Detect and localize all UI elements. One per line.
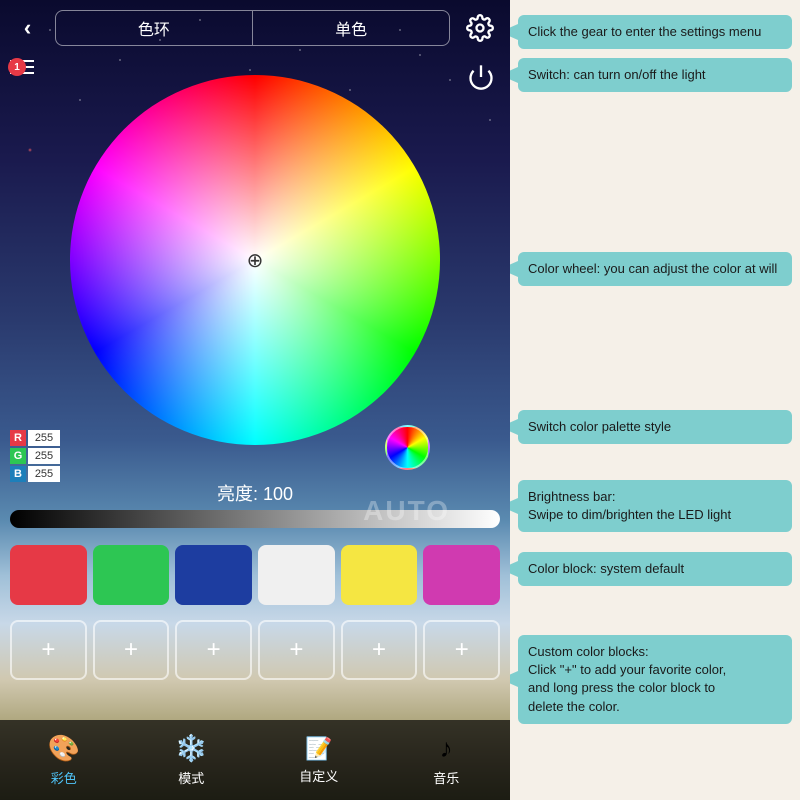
gear-icon (466, 14, 494, 42)
annotation-gear: Click the gear to enter the settings men… (518, 15, 792, 49)
tab-container: 色环 单色 (55, 10, 450, 46)
annotation-arrow-power (510, 67, 518, 83)
annotation-power: Switch: can turn on/off the light (518, 58, 792, 92)
notification-badge: 1 (8, 58, 26, 76)
power-button[interactable] (462, 58, 500, 96)
color-block-white[interactable] (258, 545, 335, 605)
annotation-arrow-colorblock (510, 561, 518, 577)
top-bar: ‹ 色环 单色 (0, 0, 510, 55)
color-wheel[interactable]: ⊕ (70, 75, 440, 445)
nav-label-color: 彩色 (51, 768, 77, 787)
annotation-box-colorblock: Color block: system default (518, 552, 792, 586)
phone-panel: ‹ 色环 单色 1 (0, 0, 510, 800)
annotation-box-gear: Click the gear to enter the settings men… (518, 15, 792, 49)
rgb-r-row: R 255 (10, 430, 60, 446)
rgb-g-row: G 255 (10, 448, 60, 464)
nav-label-custom: 自定义 (299, 766, 338, 785)
custom-annotation-text: Custom color blocks:Click "+" to add you… (528, 644, 726, 714)
custom-block-1[interactable]: + (10, 620, 87, 680)
back-icon: ‹ (24, 15, 31, 41)
annotation-colorblock: Color block: system default (518, 552, 792, 586)
custom-block-3[interactable]: + (175, 620, 252, 680)
brightness-annotation-text: Brightness bar:Swipe to dim/brighten the… (528, 489, 731, 522)
annotation-colorwheel: Color wheel: you can adjust the color at… (518, 252, 792, 286)
rgb-values: R 255 G 255 B 255 (10, 430, 60, 482)
nav-label-music: 音乐 (433, 768, 459, 787)
mode-icon: ❄️ (175, 733, 207, 764)
color-block-red[interactable] (10, 545, 87, 605)
annotation-custom: Custom color blocks:Click "+" to add you… (518, 635, 792, 724)
nav-item-custom[interactable]: 📝 自定义 (255, 720, 383, 800)
tab-single-color[interactable]: 单色 (253, 11, 449, 45)
annotation-box-brightness: Brightness bar:Swipe to dim/brighten the… (518, 480, 792, 532)
color-blocks-row (5, 545, 505, 605)
music-icon: ♪ (440, 733, 453, 764)
color-wheel-container: ⊕ (70, 75, 440, 445)
annotation-arrow-colorwheel (510, 261, 518, 277)
custom-blocks-row: + + + + + + (5, 620, 505, 680)
tab-color-wheel[interactable]: 色环 (56, 11, 252, 45)
gear-button[interactable] (460, 8, 500, 48)
color-block-magenta[interactable] (423, 545, 500, 605)
nav-item-color[interactable]: 🎨 彩色 (0, 720, 128, 800)
b-label: B (10, 466, 26, 482)
color-block-blue[interactable] (175, 545, 252, 605)
annotation-box-power: Switch: can turn on/off the light (518, 58, 792, 92)
annotation-arrow-custom (510, 671, 518, 687)
custom-block-2[interactable]: + (93, 620, 170, 680)
custom-block-4[interactable]: + (258, 620, 335, 680)
nav-label-mode: 模式 (178, 768, 204, 787)
r-label: R (10, 430, 26, 446)
brightness-label: 亮度: 100 (217, 480, 293, 506)
annotation-arrow-brightness (510, 498, 518, 514)
auto-watermark: AUTO (363, 495, 450, 527)
annotation-panel: Click the gear to enter the settings men… (510, 0, 800, 800)
annotation-box-custom: Custom color blocks:Click "+" to add you… (518, 635, 792, 724)
r-value: 255 (28, 430, 60, 446)
annotation-arrow-gear (510, 24, 518, 40)
palette-switch-button[interactable] (385, 425, 430, 470)
bottom-nav: 🎨 彩色 ❄️ 模式 📝 自定义 ♪ 音乐 (0, 720, 510, 800)
color-block-green[interactable] (93, 545, 170, 605)
custom-icon: 📝 (305, 736, 332, 762)
color-block-yellow[interactable] (341, 545, 418, 605)
annotation-arrow-palette (510, 419, 518, 435)
crosshair: ⊕ (243, 248, 267, 272)
power-icon (467, 63, 495, 91)
custom-block-5[interactable]: + (341, 620, 418, 680)
g-label: G (10, 448, 26, 464)
annotation-brightness: Brightness bar:Swipe to dim/brighten the… (518, 480, 792, 532)
color-icon: 🎨 (48, 733, 80, 764)
annotation-box-palette: Switch color palette style (518, 410, 792, 444)
g-value: 255 (28, 448, 60, 464)
nav-item-music[interactable]: ♪ 音乐 (383, 720, 511, 800)
nav-item-mode[interactable]: ❄️ 模式 (128, 720, 256, 800)
b-value: 255 (28, 466, 60, 482)
rgb-b-row: B 255 (10, 466, 60, 482)
back-button[interactable]: ‹ (10, 10, 45, 45)
annotation-box-colorwheel: Color wheel: you can adjust the color at… (518, 252, 792, 286)
custom-block-6[interactable]: + (423, 620, 500, 680)
annotation-palette: Switch color palette style (518, 410, 792, 444)
